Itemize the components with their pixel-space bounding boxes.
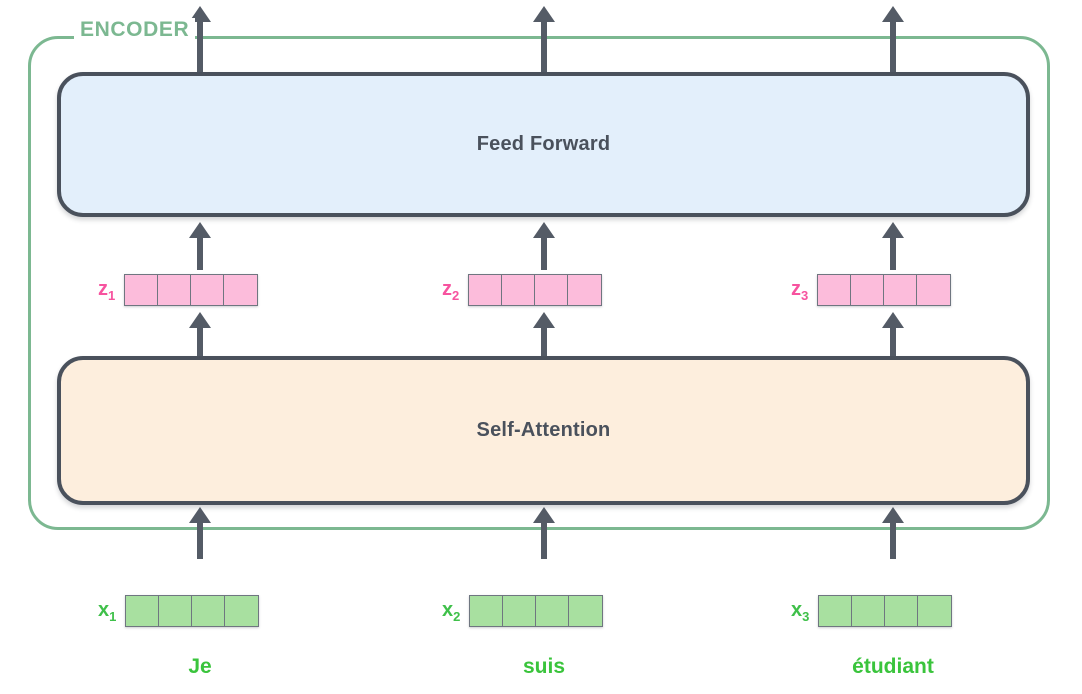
arrow-shaft: [197, 520, 203, 559]
vector-cell: [158, 275, 192, 305]
arrow-shaft: [197, 19, 203, 72]
vector-cell: [192, 596, 226, 626]
z-to-feedforward-arrow-2: [533, 222, 555, 270]
vector-cell: [917, 275, 951, 305]
z-to-feedforward-arrow-1: [189, 222, 211, 270]
vector-cell: [536, 596, 570, 626]
arrow-shaft: [197, 235, 203, 270]
vector-cell: [884, 275, 918, 305]
vector-cell: [126, 596, 160, 626]
self-attention-layer: Self-Attention: [57, 356, 1030, 505]
z-vector-2-cells: [468, 274, 603, 306]
x-vector-3-label: x3: [791, 598, 810, 624]
vector-cell: [568, 275, 602, 305]
vector-cell: [191, 275, 225, 305]
selfattention-to-z-arrow-2: [533, 312, 555, 356]
feed-forward-layer: Feed Forward: [57, 72, 1030, 217]
z-vector-1-cells: [124, 274, 259, 306]
vector-cell: [918, 596, 952, 626]
vector-cell: [851, 275, 885, 305]
x-vector-1-label: x1: [98, 598, 117, 624]
output-arrow-3: [882, 6, 904, 72]
arrow-shaft: [890, 235, 896, 270]
x-vector-3-cells: [818, 595, 953, 627]
input-word-3: étudiant: [852, 655, 934, 678]
vector-cell: [125, 275, 159, 305]
z-vector-2-label: z2: [442, 277, 460, 303]
z-vector-3-label: z3: [791, 277, 809, 303]
vector-cell: [224, 275, 258, 305]
vector-cell: [503, 596, 537, 626]
vector-cell: [470, 596, 504, 626]
z-to-feedforward-arrow-3: [882, 222, 904, 270]
output-arrow-2: [533, 6, 555, 72]
self-attention-label: Self-Attention: [476, 419, 611, 441]
x-to-selfattention-arrow-3: [882, 507, 904, 559]
arrow-shaft: [541, 19, 547, 72]
input-word-2: suis: [522, 655, 566, 678]
z-vector-3-cells: [817, 274, 952, 306]
vector-cell: [535, 275, 569, 305]
arrow-shaft: [541, 520, 547, 559]
z-vector-1: z1: [98, 274, 259, 306]
selfattention-to-z-arrow-3: [882, 312, 904, 356]
input-word-1: Je: [188, 655, 212, 678]
x-vector-2-label: x2: [442, 598, 461, 624]
x-to-selfattention-arrow-2: [533, 507, 555, 559]
vector-cell: [569, 596, 603, 626]
x-vector-2: x2: [442, 595, 604, 627]
z-vector-1-label: z1: [98, 277, 116, 303]
feed-forward-label: Feed Forward: [476, 133, 611, 155]
arrow-shaft: [890, 325, 896, 356]
vector-cell: [502, 275, 536, 305]
vector-cell: [818, 275, 852, 305]
vector-cell: [885, 596, 919, 626]
arrow-shaft: [541, 325, 547, 356]
z-vector-3: z3: [791, 274, 952, 306]
vector-cell: [159, 596, 193, 626]
arrow-shaft: [890, 19, 896, 72]
z-vector-2: z2: [442, 274, 603, 306]
selfattention-to-z-arrow-1: [189, 312, 211, 356]
vector-cell: [819, 596, 853, 626]
x-vector-2-cells: [469, 595, 604, 627]
vector-cell: [469, 275, 503, 305]
arrow-shaft: [197, 325, 203, 356]
arrow-shaft: [541, 235, 547, 270]
x-to-selfattention-arrow-1: [189, 507, 211, 559]
encoder-diagram: ENCODER Feed Forward z1 z2 z3 Self-Atten…: [0, 0, 1082, 694]
encoder-label: ENCODER: [74, 18, 196, 42]
arrow-shaft: [890, 520, 896, 559]
x-vector-1: x1: [98, 595, 260, 627]
vector-cell: [225, 596, 259, 626]
vector-cell: [852, 596, 886, 626]
x-vector-1-cells: [125, 595, 260, 627]
x-vector-3: x3: [791, 595, 953, 627]
